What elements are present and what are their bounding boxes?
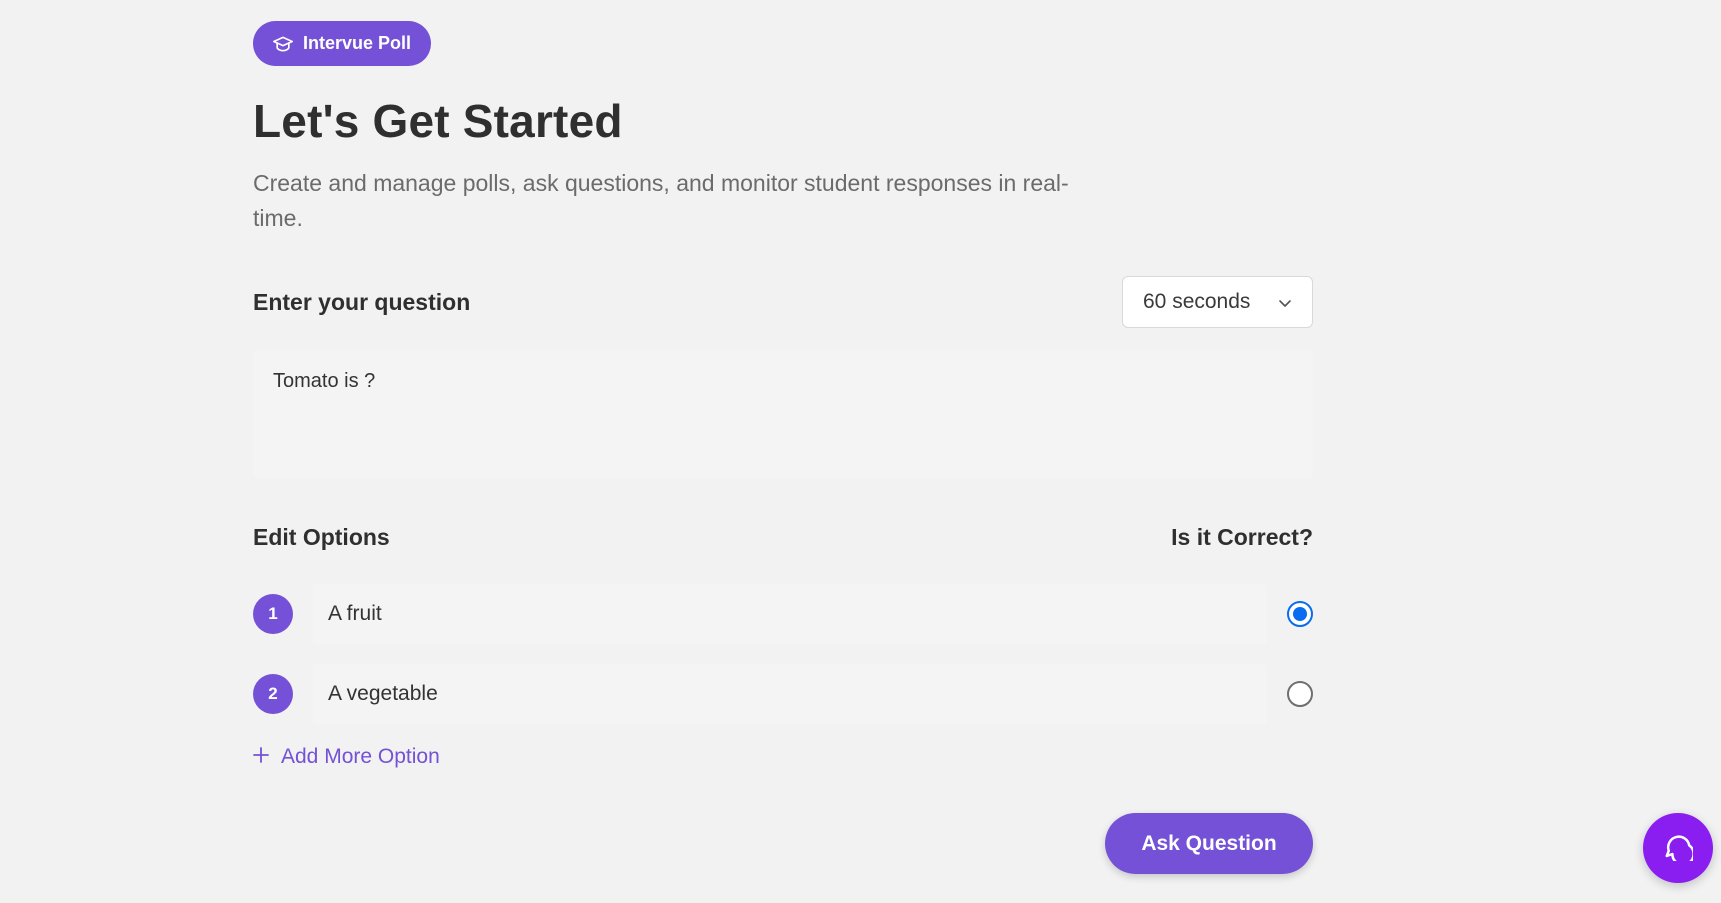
correct-radio-checked[interactable] xyxy=(1287,601,1313,627)
timer-select[interactable]: 60 seconds xyxy=(1122,276,1313,328)
option-row: 2 A vegetable xyxy=(253,664,1313,724)
page-subtitle: Create and manage polls, ask questions, … xyxy=(253,170,1069,231)
option-number-badge: 2 xyxy=(253,674,293,714)
timer-selected-value: 60 seconds xyxy=(1143,290,1251,313)
chevron-down-icon xyxy=(1278,290,1292,314)
page: Intervue Poll Let's Get Started Create a… xyxy=(0,0,1721,903)
question-input[interactable]: Tomato is ? xyxy=(253,350,1313,478)
option-number-badge: 1 xyxy=(253,594,293,634)
add-option-label: Add More Option xyxy=(281,745,440,768)
option-input[interactable]: A vegetable xyxy=(313,664,1267,724)
brand-badge: Intervue Poll xyxy=(253,21,432,66)
correct-column-label: Is it Correct? xyxy=(1171,524,1313,550)
option-row: 1 A fruit xyxy=(253,584,1313,644)
option-input[interactable]: A fruit xyxy=(313,584,1267,644)
plus-icon xyxy=(253,745,269,769)
correct-radio[interactable] xyxy=(1287,681,1313,707)
add-option-button[interactable]: Add More Option xyxy=(253,745,440,769)
page-title: Let's Get Started xyxy=(253,95,623,147)
chat-bubble-icon xyxy=(1663,831,1695,866)
ask-question-button[interactable]: Ask Question xyxy=(1105,813,1313,874)
question-label: Enter your question xyxy=(253,289,471,315)
brand-label: Intervue Poll xyxy=(303,33,412,53)
graduation-cap-icon xyxy=(273,35,293,53)
chat-button[interactable] xyxy=(1643,813,1713,883)
options-label: Edit Options xyxy=(253,524,390,550)
